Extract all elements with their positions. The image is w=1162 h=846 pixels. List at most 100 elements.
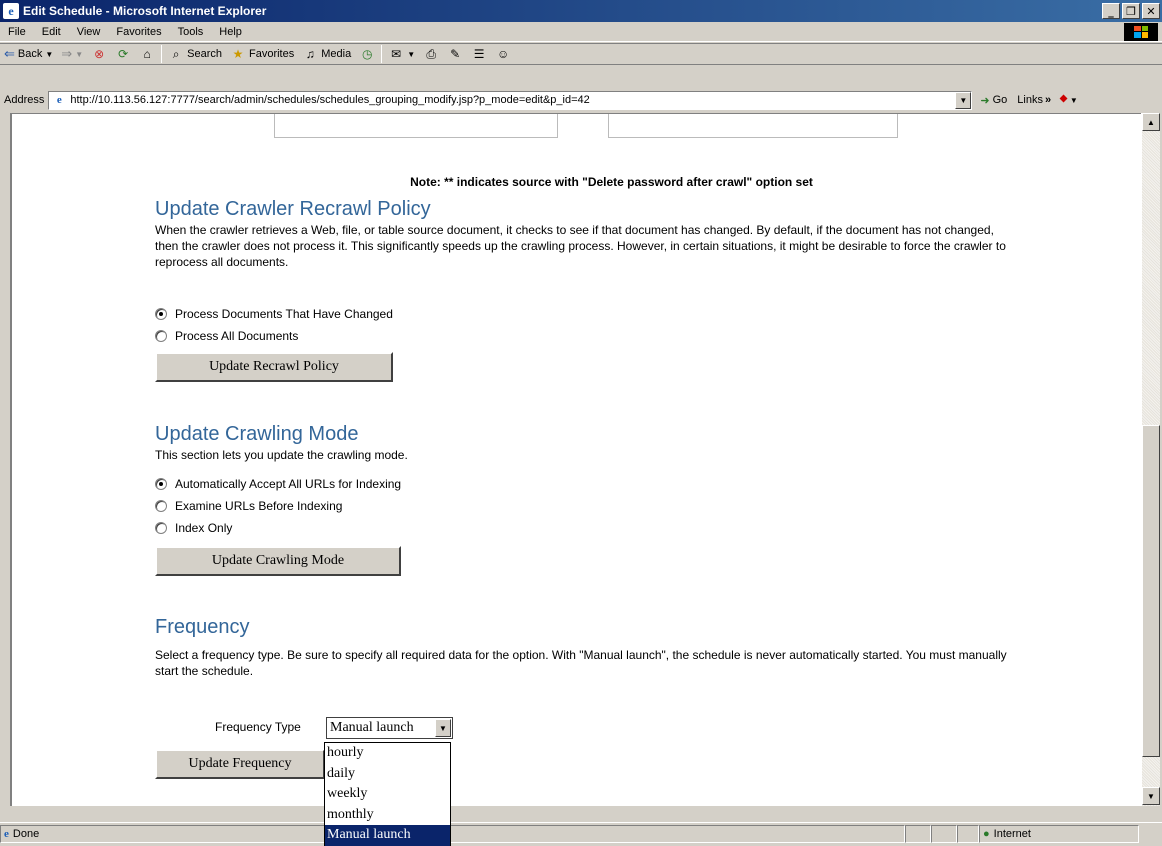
favorites-icon: ★	[232, 47, 244, 61]
option-manual-launch[interactable]: Manual launch	[325, 825, 450, 846]
security-zone-panel: ● Internet	[979, 824, 1139, 843]
window-title: Edit Schedule - Microsoft Internet Explo…	[23, 4, 267, 18]
radio-button[interactable]	[155, 500, 167, 512]
title-bar: e Edit Schedule - Microsoft Internet Exp…	[0, 0, 1162, 22]
update-recrawl-button[interactable]: Update Recrawl Policy	[155, 352, 393, 382]
menu-file[interactable]: File	[0, 26, 34, 38]
crawling-option-auto[interactable]: Automatically Accept All URLs for Indexi…	[155, 473, 1015, 495]
menu-favorites[interactable]: Favorites	[108, 26, 169, 38]
forward-dropdown-icon[interactable]: ▼	[75, 50, 83, 59]
crawling-option-index-only[interactable]: Index Only	[155, 517, 1015, 539]
acrobat-dropdown-icon[interactable]: ▼	[1070, 96, 1078, 105]
print-icon[interactable]: ⎙	[423, 46, 439, 62]
media-icon: ♫	[305, 47, 315, 61]
stop-icon[interactable]: ⊗	[91, 46, 107, 62]
back-button[interactable]: ⇐ Back ▼	[0, 44, 57, 64]
option-label: Process Documents That Have Changed	[175, 307, 393, 321]
go-arrow-icon: ➜	[980, 94, 990, 107]
radio-button[interactable]	[155, 308, 167, 320]
menu-tools[interactable]: Tools	[170, 26, 212, 38]
address-dropdown-icon[interactable]: ▼	[955, 91, 972, 109]
menu-help[interactable]: Help	[211, 26, 250, 38]
links-button[interactable]: Links » ⯁ ▼	[1017, 94, 1078, 107]
history-icon[interactable]: ◷	[359, 46, 375, 62]
standard-toolbar: ⇐ Back ▼ ⇒ ▼ ⊗ ⟳ ⌂ ⌕ Search ★ Favorites …	[0, 43, 1162, 65]
update-crawling-mode-button[interactable]: Update Crawling Mode	[155, 546, 401, 576]
page-done-icon: e	[4, 827, 9, 840]
status-text-panel: e Done	[0, 824, 905, 843]
password-note: Note: ** indicates source with "Delete p…	[410, 175, 813, 189]
ie-app-icon[interactable]: e	[3, 3, 19, 19]
frequency-heading: Frequency	[155, 616, 250, 638]
maximize-button[interactable]: ❐	[1122, 3, 1140, 19]
table-cell	[274, 114, 558, 138]
refresh-icon[interactable]: ⟳	[115, 46, 131, 62]
recrawl-section: Update Crawler Recrawl Policy When the c…	[155, 198, 1015, 270]
frequency-dropdown-list: hourly daily weekly monthly Manual launc…	[324, 742, 451, 846]
back-label: Back	[17, 48, 43, 60]
recrawl-description: When the crawler retrieves a Web, file, …	[155, 223, 1006, 269]
frequency-type-select[interactable]: Manual launch ▼	[326, 717, 453, 739]
address-bar: Address e http://10.113.56.127:7777/sear…	[0, 88, 1162, 112]
go-button[interactable]: ➜ Go	[980, 94, 1007, 107]
crawling-section: Update Crawling Mode This section lets y…	[155, 423, 1015, 463]
acrobat-icon[interactable]: ⯁	[1059, 94, 1068, 107]
recrawl-option-changed[interactable]: Process Documents That Have Changed	[155, 303, 1015, 325]
forward-button[interactable]: ⇒ ▼	[57, 44, 87, 64]
address-url[interactable]: http://10.113.56.127:7777/search/admin/s…	[70, 94, 589, 106]
go-label: Go	[992, 94, 1008, 106]
selected-value: Manual launch	[330, 720, 414, 735]
search-button[interactable]: ⌕ Search	[164, 44, 226, 64]
links-label: Links	[1017, 94, 1043, 106]
scroll-down-icon[interactable]: ▼	[1142, 787, 1160, 805]
favorites-button[interactable]: ★ Favorites	[226, 44, 298, 64]
minimize-button[interactable]: _	[1102, 3, 1120, 19]
option-daily[interactable]: daily	[325, 764, 450, 785]
zone-label: Internet	[993, 827, 1031, 840]
back-dropdown-icon[interactable]: ▼	[45, 50, 53, 59]
media-button[interactable]: ♫ Media	[298, 44, 355, 64]
status-text: Done	[12, 827, 40, 840]
frequency-description: Select a frequency type. Be sure to spec…	[155, 648, 1007, 678]
vertical-scrollbar[interactable]: ▲ ▼	[1141, 113, 1160, 806]
radio-button[interactable]	[155, 522, 167, 534]
messenger-icon[interactable]: ☺	[495, 46, 511, 62]
update-frequency-button[interactable]: Update Frequency	[155, 749, 325, 779]
status-panel	[905, 824, 931, 843]
crawling-option-examine[interactable]: Examine URLs Before Indexing	[155, 495, 1015, 517]
address-label: Address	[4, 94, 45, 106]
scroll-up-icon[interactable]: ▲	[1142, 113, 1160, 131]
search-icon: ⌕	[172, 46, 180, 61]
recrawl-option-all[interactable]: Process All Documents	[155, 325, 1015, 347]
globe-icon: ●	[983, 827, 990, 840]
radio-button[interactable]	[155, 478, 167, 490]
mail-icon[interactable]: ✉	[388, 46, 404, 62]
back-arrow-icon: ⇐	[4, 46, 15, 61]
chevron-down-icon[interactable]: ▼	[435, 719, 451, 737]
frequency-type-label: Frequency Type	[215, 720, 301, 734]
option-hourly[interactable]: hourly	[325, 743, 450, 764]
page-content: Note: ** indicates source with "Delete p…	[10, 113, 1141, 806]
home-icon[interactable]: ⌂	[139, 46, 155, 62]
menu-view[interactable]: View	[69, 26, 109, 38]
radio-button[interactable]	[155, 330, 167, 342]
option-label: Index Only	[175, 521, 233, 535]
close-button[interactable]: ✕	[1142, 3, 1160, 19]
option-weekly[interactable]: weekly	[325, 784, 450, 805]
address-input[interactable]: e http://10.113.56.127:7777/search/admin…	[48, 90, 973, 110]
menu-edit[interactable]: Edit	[34, 26, 69, 38]
forward-arrow-icon: ⇒	[61, 46, 73, 61]
scroll-thumb[interactable]	[1142, 425, 1160, 757]
mail-dropdown-icon[interactable]: ▼	[407, 50, 415, 59]
windows-logo-icon	[1124, 22, 1158, 41]
discuss-icon[interactable]: ☰	[471, 46, 487, 62]
option-label: Automatically Accept All URLs for Indexi…	[175, 477, 402, 491]
search-label: Search	[187, 48, 222, 60]
crawling-options: Automatically Accept All URLs for Indexi…	[155, 473, 1015, 539]
crawling-description: This section lets you update the crawlin…	[155, 448, 408, 462]
edit-icon[interactable]: ✎	[447, 46, 463, 62]
option-monthly[interactable]: monthly	[325, 805, 450, 826]
status-panel	[931, 824, 957, 843]
recrawl-options: Process Documents That Have Changed Proc…	[155, 303, 1015, 347]
